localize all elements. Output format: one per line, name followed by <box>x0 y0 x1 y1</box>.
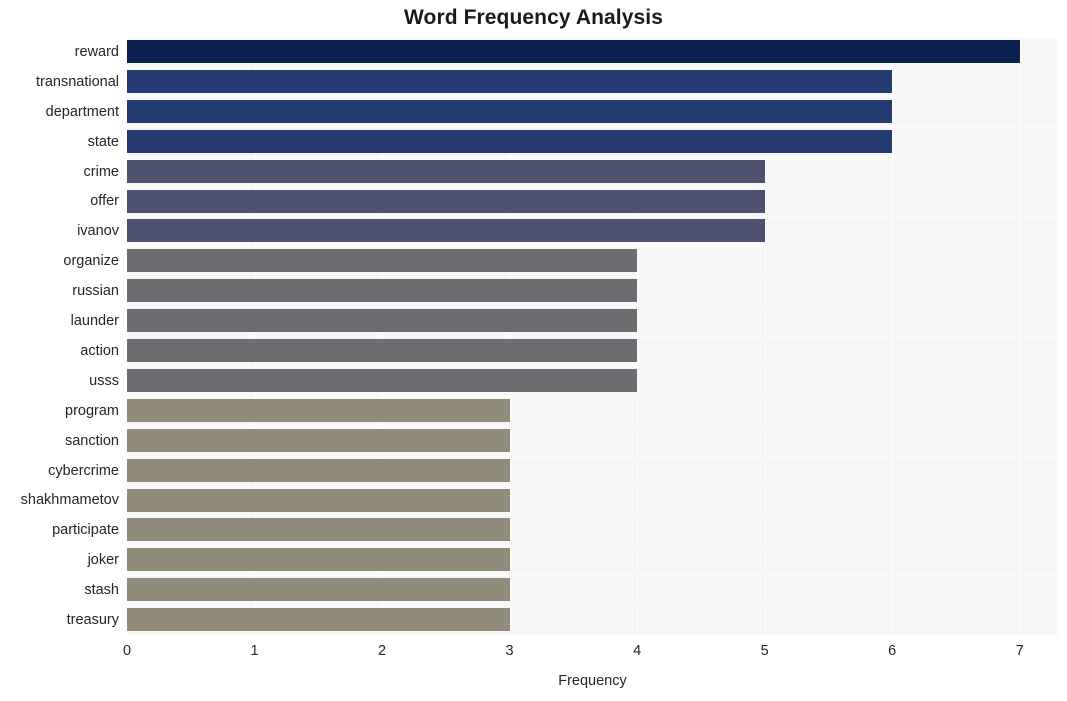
bar-row <box>127 246 1058 275</box>
bar <box>127 339 638 362</box>
y-axis-tick-label: treasury <box>66 612 119 629</box>
bar-row <box>127 37 1058 66</box>
bar-row <box>127 575 1058 604</box>
bar-row <box>127 545 1058 574</box>
y-axis-tick-label: program <box>65 402 119 419</box>
x-axis-tick-label: 6 <box>888 643 897 659</box>
bar-row <box>127 426 1058 455</box>
bar <box>127 69 893 93</box>
bar-row <box>127 605 1058 634</box>
y-axis-tick-label: reward <box>74 43 119 60</box>
bar-row <box>127 396 1058 425</box>
bar <box>127 608 510 632</box>
y-axis-tick-label: offer <box>90 193 119 210</box>
x-axis-tick-label: 5 <box>760 643 769 659</box>
bar-row <box>127 157 1058 186</box>
y-axis-tick-label: crime <box>83 163 119 180</box>
bar-row <box>127 366 1058 395</box>
y-axis-tick-label: transnational <box>35 73 119 90</box>
bar-row <box>127 127 1058 156</box>
bar-row <box>127 67 1058 96</box>
y-axis-tick-label: shakhmametov <box>20 492 119 509</box>
chart-title: Word Frequency Analysis <box>403 6 664 29</box>
bar <box>127 548 510 572</box>
bar <box>127 428 510 452</box>
x-axis-tick-label: 2 <box>378 643 387 659</box>
bar <box>127 488 510 512</box>
x-axis-title: Frequency <box>558 673 627 689</box>
bar <box>127 578 510 602</box>
y-axis-tick-label: organize <box>63 253 119 270</box>
bar <box>127 458 510 482</box>
bar <box>127 99 893 123</box>
bar-row <box>127 306 1058 335</box>
y-axis-tick-label: participate <box>52 522 119 539</box>
bar-row <box>127 97 1058 126</box>
bar <box>127 159 765 183</box>
x-axis-tick-label: 4 <box>633 643 642 659</box>
y-axis-tick-label: russian <box>72 283 119 300</box>
bar <box>127 129 893 153</box>
bar <box>127 279 638 303</box>
x-axis-tick-label: 7 <box>1015 643 1024 659</box>
bar-row <box>127 456 1058 485</box>
y-axis-tick-labels: reward transnational department state crime o… <box>0 37 119 635</box>
bar <box>127 368 638 392</box>
bar-row <box>127 515 1058 544</box>
y-axis-tick-label: department <box>45 103 119 120</box>
bar-row <box>127 216 1058 245</box>
y-axis-tick-label: sanction <box>64 432 119 449</box>
y-axis-tick-label: launder <box>70 313 119 330</box>
y-axis-tick-label: cybercrime <box>48 462 119 479</box>
x-axis-tick-labels: 0 1 2 3 4 5 6 7 <box>123 643 1058 665</box>
bar <box>127 309 638 333</box>
bar-row <box>127 486 1058 515</box>
bar <box>127 518 510 542</box>
y-axis-tick-label: stash <box>84 582 119 599</box>
bar <box>127 189 765 213</box>
y-axis-tick-label: action <box>80 342 119 359</box>
y-axis-tick-label: usss <box>89 372 119 389</box>
bar <box>127 249 638 273</box>
bar-row <box>127 187 1058 216</box>
bar <box>127 398 510 422</box>
x-axis-tick-label: 3 <box>505 643 514 659</box>
x-axis-tick-label: 1 <box>250 643 259 659</box>
plot-area <box>127 37 1058 635</box>
y-axis-tick-label: joker <box>87 552 119 569</box>
bar <box>127 40 1020 63</box>
chart-figure: Word Frequency Analysis reward transnatio… <box>0 0 1067 701</box>
y-axis-tick-label: state <box>87 133 119 150</box>
bar-row <box>127 276 1058 305</box>
x-axis-tick-label: 0 <box>122 643 132 659</box>
y-axis-tick-label: ivanov <box>77 223 119 240</box>
bar-row <box>127 336 1058 365</box>
bar <box>127 219 765 243</box>
